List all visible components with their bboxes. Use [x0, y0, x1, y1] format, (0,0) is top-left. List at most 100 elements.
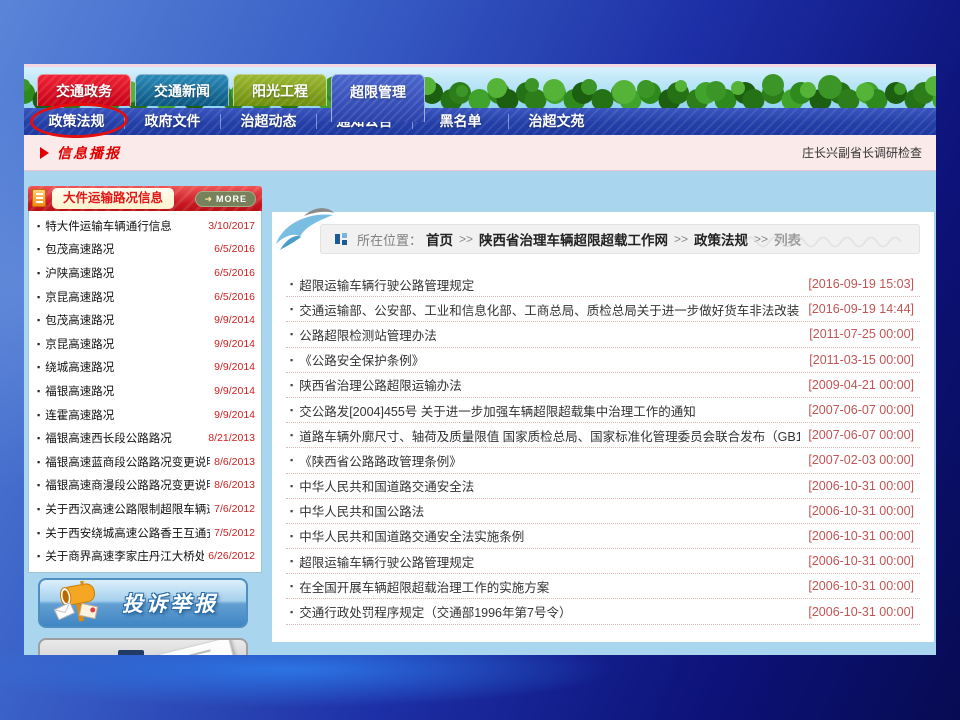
sidebar-list-item[interactable]: ▪包茂高速路况9/9/2014: [29, 308, 261, 332]
road-info-title: 关于西汉高速公路限制超限车辆通: [45, 501, 210, 517]
article-title: 交通行政处罚程序规定（交通部1996年第7号令）: [299, 602, 571, 621]
bullet-icon: ▪: [37, 410, 40, 420]
road-info-title: 关于商界高速李家庄丹江大桥处临: [45, 548, 204, 564]
sidebar-list-item[interactable]: ▪福银高速路况9/9/2014: [29, 379, 261, 403]
article-row[interactable]: ▪陕西省治理公路超限运输办法[2009-04-21 00:00]: [286, 373, 920, 398]
sidebar-list-item[interactable]: ▪特大件运输车辆通行信息3/10/2017: [29, 214, 261, 238]
article-row[interactable]: ▪道路车辆外廓尺寸、轴荷及质量限值 国家质检总局、国家标准化管理委员会联合发布（…: [286, 423, 920, 448]
main-content-panel: 所在位置： 首页>>陕西省治理车辆超限超载工作网>>政策法规>>列表 ▪ 超限运输…: [272, 212, 934, 642]
bullet-icon: ▪: [290, 481, 293, 491]
bullet-icon: ▪: [290, 380, 293, 390]
website-screenshot: 交通政务交通新闻阳光工程超限管理 政策法规政府文件治超动态通知公告黑名单治超文苑…: [24, 64, 936, 655]
ticker-message-link[interactable]: 庄长兴副省长调研检查: [802, 144, 922, 161]
bullet-icon: ▪: [290, 556, 293, 566]
more-button[interactable]: ➜MORE: [195, 191, 256, 207]
bullet-icon: ▪: [290, 329, 293, 339]
bullet-icon: ▪: [290, 304, 293, 314]
article-row[interactable]: ▪《陕西省公路路政管理条例》[2007-02-03 00:00]: [286, 448, 920, 473]
road-info-date: 9/9/2014: [210, 385, 255, 397]
article-title: 中华人民共和国公路法: [299, 501, 424, 520]
document-image: [149, 638, 237, 655]
article-date: [2007-06-07 00:00]: [800, 428, 920, 442]
article-row[interactable]: ▪交通运输部、公安部、工业和信息化部、工商总局、质检总局关于进一步做好货车非法改…: [286, 297, 920, 322]
road-info-date: 3/10/2017: [204, 220, 255, 232]
article-date: [2011-03-15 00:00]: [801, 353, 920, 367]
article-list: ▪超限运输车辆行驶公路管理规定[2016-09-19 15:03]▪交通运输部、…: [286, 272, 920, 625]
tab-traffic-news[interactable]: 交通新闻: [135, 74, 229, 106]
nav-blacklist[interactable]: 黑名单: [413, 108, 508, 135]
ticker-label: 信息播报: [57, 143, 121, 163]
bullet-icon: ▪: [290, 279, 293, 289]
bullet-icon: ▪: [290, 581, 293, 591]
road-info-date: 9/9/2014: [210, 361, 255, 373]
article-title: 陕西省治理公路超限运输办法: [299, 375, 462, 394]
breadcrumb-policy-regulations[interactable]: 政策法规: [694, 229, 748, 249]
sidebar-list-item[interactable]: ▪福银高速商漫段公路路况变更说明8/6/2013: [29, 474, 261, 498]
article-row[interactable]: ▪《公路安全保护条例》[2011-03-15 00:00]: [286, 348, 920, 373]
road-info-title: 绕城高速路况: [45, 359, 114, 375]
road-info-date: 6/5/2016: [210, 243, 255, 255]
article-row[interactable]: ▪超限运输车辆行驶公路管理规定[2006-10-31 00:00]: [286, 549, 920, 574]
sidebar-list: ▪特大件运输车辆通行信息3/10/2017▪包茂高速路况6/5/2016▪沪陕高…: [28, 211, 262, 573]
bullet-icon: ▪: [37, 268, 40, 278]
bullet-icon: ▪: [290, 531, 293, 541]
complaint-button-label: 投诉举报: [122, 588, 218, 618]
sidebar-title: 大件运输路况信息: [52, 188, 174, 209]
sidebar-list-item[interactable]: ▪绕城高速路况9/9/2014: [29, 356, 261, 380]
site-swoosh-logo-icon: [274, 200, 336, 254]
article-row[interactable]: ▪超限运输车辆行驶公路管理规定[2016-09-19 15:03]: [286, 272, 920, 297]
bullet-icon: ▪: [290, 607, 293, 617]
article-row[interactable]: ▪公路超限检测站管理办法[2011-07-25 00:00]: [286, 322, 920, 347]
road-info-title: 福银高速蓝商段公路路况变更说明: [45, 454, 210, 470]
more-button-label: MORE: [216, 194, 247, 204]
road-info-title: 京昆高速路况: [45, 336, 114, 352]
nav-overload-control-culture[interactable]: 治超文苑: [509, 108, 604, 135]
breadcrumb-site-name[interactable]: 陕西省治理车辆超限超载工作网: [479, 229, 668, 249]
breadcrumb: 所在位置： 首页>>陕西省治理车辆超限超载工作网>>政策法规>>列表: [320, 224, 920, 254]
article-title: 超限运输车辆行驶公路管理规定: [299, 275, 474, 294]
sidebar-list-item[interactable]: ▪福银高速西长段公路路况8/21/2013: [29, 426, 261, 450]
article-title: 中华人民共和国道路交通安全法实施条例: [299, 526, 524, 545]
sidebar-list-item[interactable]: ▪福银高速蓝商段公路路况变更说明8/6/2013: [29, 450, 261, 474]
article-date: [2006-10-31 00:00]: [800, 504, 920, 518]
article-title: 在全国开展车辆超限超载治理工作的实施方案: [299, 577, 549, 596]
road-info-title: 包茂高速路况: [45, 241, 114, 257]
article-row[interactable]: ▪交公路发[2004]455号 关于进一步加强车辆超限超载集中治理工作的通知[2…: [286, 398, 920, 423]
complaint-report-button[interactable]: 投诉举报: [38, 578, 248, 628]
article-row[interactable]: ▪交通行政处罚程序规定（交通部1996年第7号令）[2006-10-31 00:…: [286, 599, 920, 624]
sidebar-list-item[interactable]: ▪沪陕高速路况6/5/2016: [29, 261, 261, 285]
tab-sunshine-project[interactable]: 阳光工程: [233, 74, 327, 106]
article-row[interactable]: ▪中华人民共和国公路法[2006-10-31 00:00]: [286, 499, 920, 524]
breadcrumb-home[interactable]: 首页: [426, 229, 453, 249]
bullet-icon: ▪: [290, 430, 293, 440]
article-row[interactable]: ▪中华人民共和国道路交通安全法[2006-10-31 00:00]: [286, 474, 920, 499]
bullet-icon: ▪: [290, 455, 293, 465]
sidebar-list-item[interactable]: ▪关于商界高速李家庄丹江大桥处临6/26/2012: [29, 544, 261, 568]
road-info-date: 6/5/2016: [210, 267, 255, 279]
arrow-right-icon: ➜: [204, 194, 213, 204]
article-row[interactable]: ▪中华人民共和国道路交通安全法实施条例[2006-10-31 00:00]: [286, 524, 920, 549]
article-title: 超限运输车辆行驶公路管理规定: [299, 552, 474, 571]
article-title: 《陕西省公路路政管理条例》: [299, 451, 462, 470]
article-row[interactable]: ▪在全国开展车辆超限超载治理工作的实施方案[2006-10-31 00:00]: [286, 574, 920, 599]
road-info-date: 6/26/2012: [204, 550, 255, 562]
sidebar-list-item[interactable]: ▪关于西汉高速公路限制超限车辆通7/6/2012: [29, 497, 261, 521]
sidebar-road-info-panel: 大件运输路况信息 ➜MORE ▪特大件运输车辆通行信息3/10/2017▪包茂高…: [28, 186, 262, 573]
bullet-icon: ▪: [37, 480, 40, 490]
bullet-icon: ▪: [37, 315, 40, 325]
road-info-title: 京昆高速路况: [45, 289, 114, 305]
sidebar-list-item[interactable]: ▪京昆高速路况6/5/2016: [29, 285, 261, 309]
sidebar-list-item[interactable]: ▪京昆高速路况9/9/2014: [29, 332, 261, 356]
secondary-button-partial-text: [118, 650, 144, 655]
road-info-date: 7/6/2012: [210, 503, 255, 515]
road-info-date: 9/9/2014: [210, 409, 255, 421]
secondary-button-partial[interactable]: [38, 638, 248, 655]
tab-overload-management[interactable]: 超限管理: [331, 74, 425, 122]
road-info-date: 9/9/2014: [210, 314, 255, 326]
sidebar-list-item[interactable]: ▪关于西安绕城高速公路香王互通式7/5/2012: [29, 521, 261, 545]
road-info-date: 8/6/2013: [210, 479, 255, 491]
tab-traffic-affairs[interactable]: 交通政务: [37, 74, 131, 106]
sidebar-list-item[interactable]: ▪连霍高速路况9/9/2014: [29, 403, 261, 427]
top-tab-bar: 交通政务交通新闻阳光工程超限管理: [37, 74, 425, 122]
sidebar-list-item[interactable]: ▪包茂高速路况6/5/2016: [29, 238, 261, 262]
